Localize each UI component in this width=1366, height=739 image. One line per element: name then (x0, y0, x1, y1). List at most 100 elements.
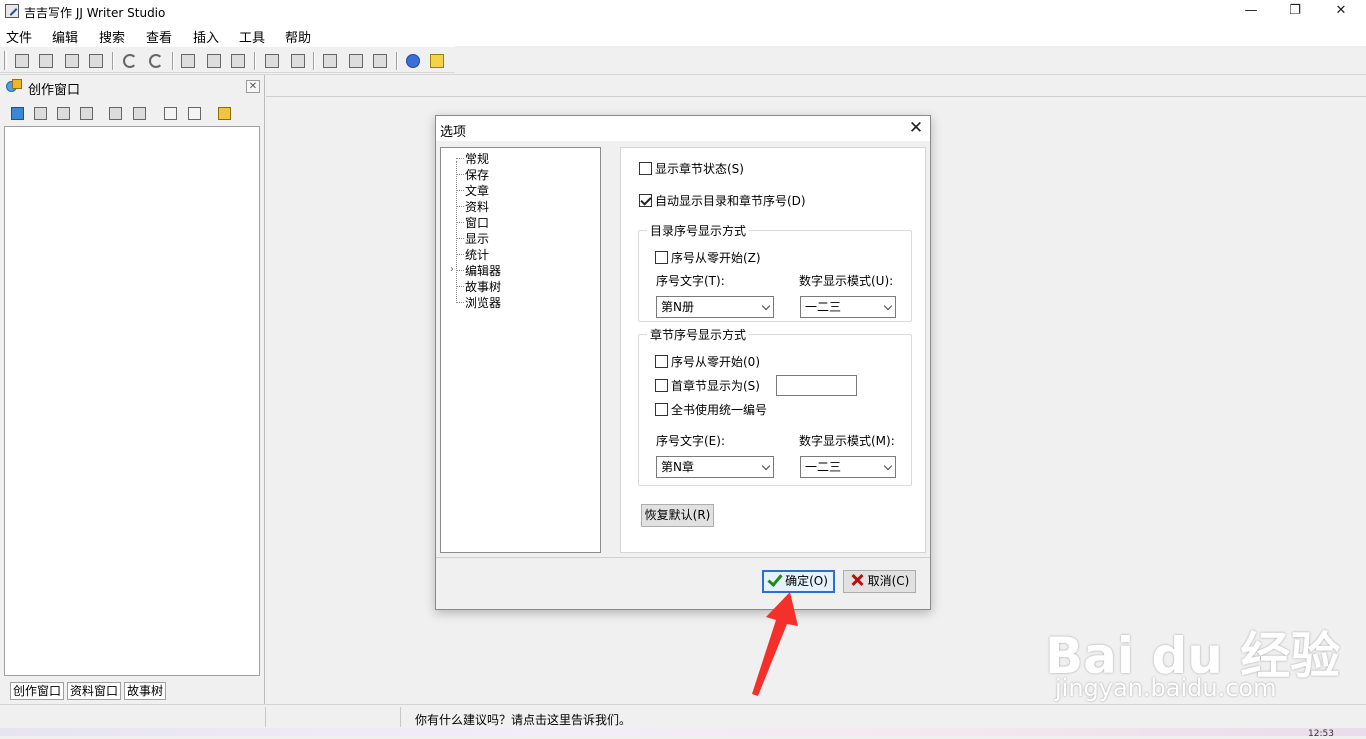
dialog-close-icon[interactable]: ✕ (906, 118, 926, 138)
tab-creation-window[interactable]: 创作窗口 (10, 682, 65, 700)
taskbar-strip (0, 728, 1366, 736)
pane-toolbar (4, 103, 260, 125)
find-icon[interactable] (320, 51, 340, 71)
redo-icon[interactable] (146, 51, 166, 71)
print-icon[interactable] (62, 51, 82, 71)
toc-start-zero-checkbox[interactable]: 序号从零开始(Z) (655, 249, 761, 266)
paste-icon[interactable] (228, 51, 248, 71)
taskbar-clock: 12:53 (1308, 729, 1334, 739)
chapter-seq-text-label: 序号文字(E): (656, 434, 725, 448)
chevron-down-icon (761, 461, 771, 471)
tree-item-display[interactable]: 显示 (465, 230, 489, 247)
creation-tree[interactable] (4, 126, 260, 676)
first-chapter-checkbox[interactable]: 首章节显示为(S) (655, 377, 760, 394)
tab-story-tree[interactable]: 故事树 (124, 682, 167, 700)
undo-icon[interactable] (120, 51, 140, 71)
menu-file[interactable]: 文件 (6, 27, 32, 46)
lock-icon[interactable] (215, 105, 234, 123)
find-next-icon[interactable] (370, 51, 390, 71)
toolbar-separator (313, 52, 315, 70)
app-icon (5, 4, 19, 18)
checkbox-box (655, 403, 668, 416)
delete-item-icon[interactable] (77, 105, 96, 123)
menu-help[interactable]: 帮助 (285, 27, 311, 46)
chevron-down-icon (883, 301, 893, 311)
restore-button[interactable]: ❐ (1272, 0, 1318, 24)
pane-close-icon[interactable]: ✕ (246, 80, 260, 93)
new-folder-icon[interactable] (31, 105, 50, 123)
menu-insert[interactable]: 插入 (193, 27, 219, 46)
auto-show-toc-checkbox[interactable]: 自动显示目录和章节序号(D) (639, 192, 806, 209)
tree-item-statistics[interactable]: 统计 (465, 246, 489, 263)
menu-tools[interactable]: 工具 (239, 27, 265, 46)
menu-edit[interactable]: 编辑 (52, 27, 78, 46)
options-dialog: 选项 ✕ 常规 保存 文章 资料 窗口 显示 统计 › 编辑器 故事树 浏览器 … (435, 115, 931, 610)
indent-icon[interactable] (262, 51, 282, 71)
tree-connector (456, 238, 464, 239)
move-down-icon[interactable] (185, 105, 204, 123)
tree-connector (456, 254, 464, 255)
save-all-icon[interactable] (36, 51, 56, 71)
main-toolbar (0, 46, 455, 73)
creation-window-icon (6, 79, 22, 93)
status-divider (265, 707, 266, 727)
toc-seq-text-select[interactable]: 第N册 (656, 296, 774, 318)
tree-item-general[interactable]: 常规 (465, 150, 489, 167)
menu-search[interactable]: 搜索 (99, 27, 125, 46)
copy-icon[interactable] (204, 51, 224, 71)
minimize-button[interactable]: — (1228, 0, 1274, 24)
save-icon[interactable] (12, 51, 32, 71)
export-icon[interactable] (106, 105, 125, 123)
toolbar-separator (172, 52, 174, 70)
chapter-seq-text-select[interactable]: 第N章 (656, 456, 774, 478)
feedback-link[interactable]: 你有什么建议吗？请点击这里告诉我们。 (415, 711, 631, 728)
toolbar-separator (254, 52, 256, 70)
print-preview-icon[interactable] (86, 51, 106, 71)
tree-connector (456, 270, 464, 271)
cut-icon[interactable] (178, 51, 198, 71)
tips-icon[interactable] (427, 51, 447, 71)
outdent-icon[interactable] (288, 51, 308, 71)
new-book-icon[interactable] (8, 105, 27, 123)
restore-default-button[interactable]: 恢复默认(R) (641, 504, 714, 527)
group-title: 章节序号显示方式 (647, 326, 750, 343)
tree-item-save[interactable]: 保存 (465, 166, 489, 183)
checkbox-box (655, 379, 668, 392)
tree-item-editor[interactable]: 编辑器 (465, 262, 501, 279)
pane-title: 创作窗口 (28, 83, 81, 98)
checkbox-label: 显示章节状态(S) (655, 162, 744, 176)
tab-material-window[interactable]: 资料窗口 (67, 682, 122, 700)
tree-expand-icon[interactable]: › (450, 264, 454, 275)
chevron-down-icon (883, 461, 893, 471)
workspace-divider (266, 96, 1366, 97)
status-bar: 你有什么建议吗？请点击这里告诉我们。 (0, 704, 1366, 728)
help-icon[interactable] (403, 51, 423, 71)
replace-icon[interactable] (346, 51, 366, 71)
chapter-num-mode-select[interactable]: 一二三 (800, 456, 896, 478)
tree-item-browser[interactable]: 浏览器 (465, 294, 501, 311)
tree-item-material[interactable]: 资料 (465, 198, 489, 215)
properties-icon[interactable] (130, 105, 149, 123)
cancel-button[interactable]: 取消(C) (843, 570, 916, 593)
first-chapter-input[interactable] (776, 375, 857, 396)
tree-item-article[interactable]: 文章 (465, 182, 489, 199)
unified-numbering-checkbox[interactable]: 全书使用统一编号 (655, 401, 767, 418)
tree-connector (456, 158, 464, 159)
tree-item-story-tree[interactable]: 故事树 (465, 278, 501, 295)
chapter-start-zero-checkbox[interactable]: 序号从零开始(0) (655, 353, 760, 370)
checkbox-label: 序号从零开始(0) (671, 355, 760, 369)
new-chapter-icon[interactable] (54, 105, 73, 123)
move-up-icon[interactable] (161, 105, 180, 123)
checkbox-label: 首章节显示为(S) (671, 379, 760, 393)
ok-button[interactable]: 确定(O) (762, 570, 835, 593)
menu-view[interactable]: 查看 (146, 27, 172, 46)
close-button[interactable]: ✕ (1318, 0, 1364, 24)
dialog-titlebar: 选项 ✕ (436, 116, 930, 141)
baidu-watermark: Bai du 经验 jingyan.baidu.com (1045, 588, 1345, 706)
tree-item-window[interactable]: 窗口 (465, 214, 489, 231)
toc-num-mode-select[interactable]: 一二三 (800, 296, 896, 318)
toolbar-grip[interactable] (4, 51, 7, 70)
window-title: 吉吉写作 JJ Writer Studio (24, 6, 166, 20)
show-chapter-status-checkbox[interactable]: 显示章节状态(S) (639, 160, 744, 177)
tree-connector (456, 302, 464, 303)
